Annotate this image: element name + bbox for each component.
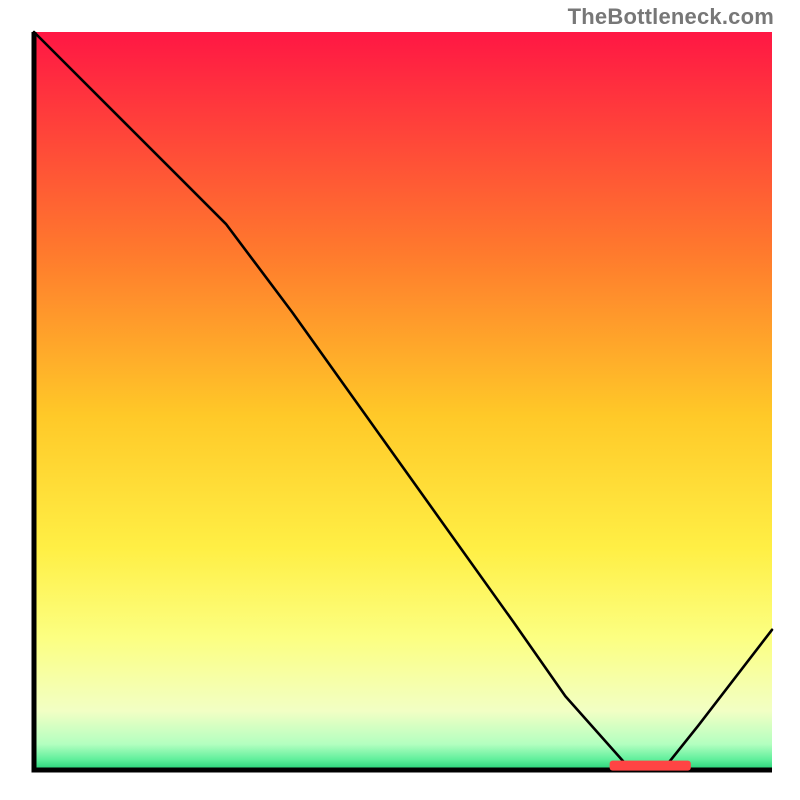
highlight-marker <box>610 761 691 771</box>
bottleneck-chart <box>0 0 800 800</box>
